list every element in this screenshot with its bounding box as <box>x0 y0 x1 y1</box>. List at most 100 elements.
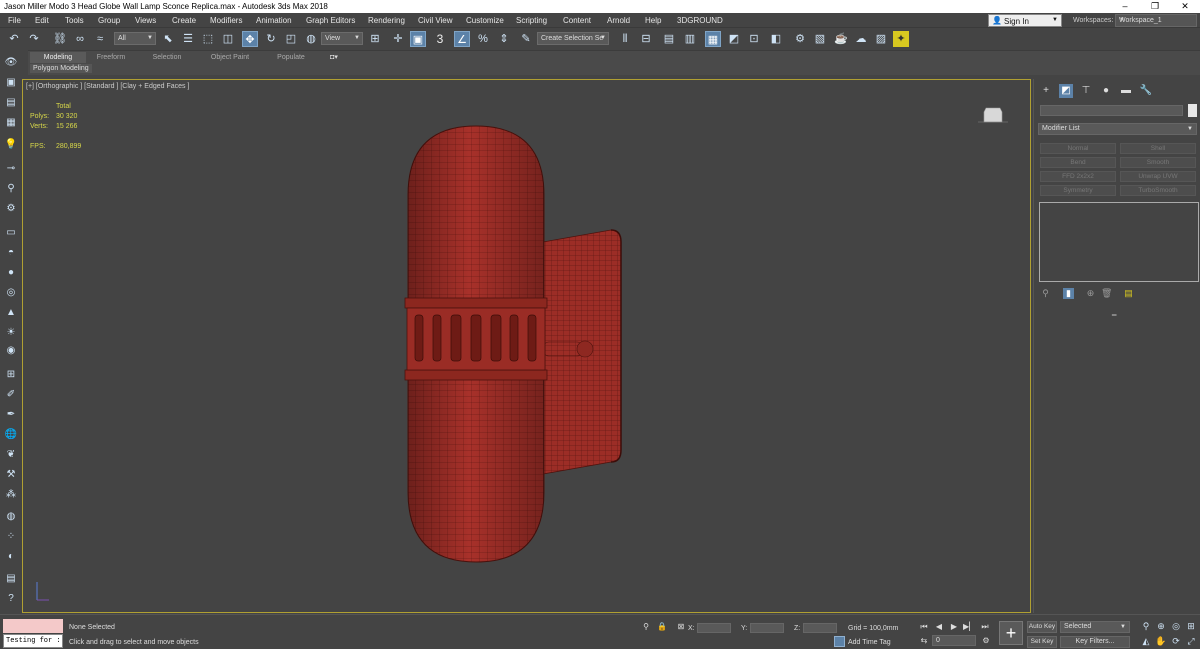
set-keys-icon[interactable]: + <box>999 621 1023 645</box>
absolute-mode-icon[interactable]: ⊠ <box>675 621 687 633</box>
toggle-scene-explorer-icon[interactable]: ▤ <box>661 31 677 47</box>
render-shortcuts-icon[interactable]: ▨ <box>873 31 889 47</box>
selection-lock-icon[interactable]: 🔒 <box>656 621 668 633</box>
close-button[interactable]: ✕ <box>1170 0 1200 13</box>
select-object-icon[interactable]: ⬉ <box>160 31 176 47</box>
workspace-select[interactable]: Workspace_1 ▼ <box>1115 14 1197 27</box>
menu-edit[interactable]: Edit <box>35 16 49 25</box>
menu-create[interactable]: Create <box>172 16 196 25</box>
toggle-layer-explorer-icon[interactable]: ▥ <box>682 31 698 47</box>
selection-filter-select[interactable]: All ▼ <box>114 32 156 45</box>
key-filters-button[interactable]: Key Filters... <box>1060 636 1130 648</box>
pin-stack-icon[interactable]: ⚲ <box>1040 288 1051 299</box>
align-icon[interactable]: ⊟ <box>638 31 654 47</box>
select-rotate-icon[interactable]: ↻ <box>263 31 279 47</box>
window-crossing-icon[interactable]: ◫ <box>220 31 236 47</box>
y-coordinate-field[interactable] <box>750 623 784 633</box>
display-icon[interactable]: ▦ <box>3 116 19 130</box>
glass-sphere-icon[interactable]: ◍ <box>3 510 19 524</box>
edit-named-selection-icon[interactable]: ✎ <box>518 31 534 47</box>
motion-icon[interactable]: ⚙ <box>3 202 19 216</box>
remove-modifier-icon[interactable]: 🗑 <box>1101 288 1112 299</box>
menu-views[interactable]: Views <box>135 16 156 25</box>
render-production-icon[interactable]: ☕ <box>833 31 849 47</box>
modifier-button-normal[interactable]: Normal <box>1040 143 1116 154</box>
maximize-viewport-icon[interactable]: ⤢ <box>1185 635 1197 647</box>
bind-space-warp-icon[interactable]: ≈ <box>92 31 108 47</box>
object-color-swatch[interactable] <box>1188 104 1197 117</box>
render-setup-icon[interactable]: ⚙ <box>792 31 808 47</box>
helper-icon[interactable]: ⊸ <box>3 162 19 176</box>
isolate-selection-icon[interactable]: ⚲ <box>640 621 652 633</box>
time-configuration-icon[interactable]: ⚙ <box>980 635 992 647</box>
layers-icon[interactable]: ▤ <box>3 96 19 110</box>
menu-rendering[interactable]: Rendering <box>368 16 405 25</box>
orbit-icon[interactable]: ⟳ <box>1170 635 1182 647</box>
scatter-icon[interactable]: ⁘ <box>3 530 19 544</box>
menu-help[interactable]: Help <box>645 16 661 25</box>
utilities-tab-icon[interactable]: 🔧 <box>1139 84 1153 98</box>
modifier-button-symmetry[interactable]: Symmetry <box>1040 185 1116 196</box>
viewport-orthographic[interactable]: [+] [Orthographic ] [Standard ] [Clay + … <box>22 79 1031 613</box>
modifier-button-smooth[interactable]: Smooth <box>1120 157 1196 168</box>
modifier-button-unwrap-uvw[interactable]: Unwrap UVW <box>1120 171 1196 182</box>
select-scale-icon[interactable]: ◰ <box>283 31 299 47</box>
field-of-view-icon[interactable]: ◭ <box>1140 635 1152 647</box>
dome-icon[interactable]: ◓ <box>3 246 19 260</box>
object-name-field[interactable] <box>1040 105 1183 116</box>
cone-icon[interactable]: ▲ <box>3 306 19 320</box>
scene-explorer-icon[interactable]: 👁 <box>3 56 19 70</box>
create-tab-icon[interactable]: + <box>1039 84 1053 98</box>
curve-editor-icon[interactable]: ◩ <box>726 31 742 47</box>
spray-icon[interactable]: ⁂ <box>3 488 19 502</box>
eyedropper-icon[interactable]: ✒ <box>3 408 19 422</box>
pivot-center-icon[interactable]: ⊞ <box>367 31 383 47</box>
modify-tab-icon[interactable]: ◩ <box>1059 84 1073 98</box>
unlink-icon[interactable]: ∞ <box>72 31 88 47</box>
3dground-plugin-icon[interactable]: ✦ <box>893 31 909 47</box>
menu-graph-editors[interactable]: Graph Editors <box>306 16 355 25</box>
go-to-start-icon[interactable]: ⏮ <box>918 621 930 633</box>
tab-selection[interactable]: Selection <box>142 52 192 63</box>
select-by-name-icon[interactable]: ☰ <box>180 31 196 47</box>
zoom-extents-all-icon[interactable]: ⊞ <box>1185 620 1197 632</box>
modifier-list-select[interactable]: Modifier List ▼ <box>1038 123 1197 135</box>
link-icon[interactable]: ⛓ <box>52 31 68 47</box>
menu-3dground[interactable]: 3DGROUND <box>677 16 723 25</box>
menu-arnold[interactable]: Arnold <box>607 16 630 25</box>
paint-icon[interactable]: ✐ <box>3 388 19 402</box>
zoom-all-icon[interactable]: ⊕ <box>1155 620 1167 632</box>
key-mode-icon[interactable]: ⇆ <box>918 635 930 647</box>
modifier-button-ffd[interactable]: FFD 2x2x2 <box>1040 171 1116 182</box>
material-ball-icon[interactable]: ◉ <box>3 344 19 358</box>
render-element-icon[interactable]: ◐ <box>3 550 19 564</box>
menu-group[interactable]: Group <box>98 16 120 25</box>
zoom-icon[interactable]: ⚲ <box>1140 620 1152 632</box>
render-in-cloud-icon[interactable]: ☁ <box>853 31 869 47</box>
menu-modifiers[interactable]: Modifiers <box>210 16 242 25</box>
manipulate-icon[interactable]: ✛ <box>390 31 406 47</box>
maxscript-listener-input[interactable]: Testing for : <box>3 634 63 648</box>
grid-icon[interactable]: ⊞ <box>3 368 19 382</box>
configure-modifier-sets-icon[interactable]: ▤ <box>1123 288 1134 299</box>
brush-icon[interactable]: ⚒ <box>3 468 19 482</box>
add-time-tag-icon[interactable] <box>834 636 845 647</box>
menu-animation[interactable]: Animation <box>256 16 292 25</box>
show-end-result-icon[interactable]: ▮ <box>1063 288 1074 299</box>
redo-icon[interactable]: ↷ <box>26 31 42 47</box>
make-unique-icon[interactable]: ⊕ <box>1085 288 1096 299</box>
pan-icon[interactable]: ✋ <box>1155 635 1167 647</box>
next-frame-icon[interactable]: ▶▏ <box>963 621 975 633</box>
box-icon[interactable]: ▭ <box>3 226 19 240</box>
rendered-frame-window-icon[interactable]: ▧ <box>812 31 828 47</box>
tab-object-paint[interactable]: Object Paint <box>202 52 258 63</box>
create-icon[interactable]: ▣ <box>3 76 19 90</box>
sphere-icon[interactable]: ● <box>3 266 19 280</box>
display-tab-icon[interactable]: ▬ <box>1119 84 1133 98</box>
modifier-button-bend[interactable]: Bend <box>1040 157 1116 168</box>
go-to-end-icon[interactable]: ⏭ <box>979 621 991 633</box>
menu-scripting[interactable]: Scripting <box>516 16 547 25</box>
previous-frame-icon[interactable]: ◀ <box>933 621 945 633</box>
menu-customize[interactable]: Customize <box>466 16 504 25</box>
plant-icon[interactable]: ❦ <box>3 448 19 462</box>
